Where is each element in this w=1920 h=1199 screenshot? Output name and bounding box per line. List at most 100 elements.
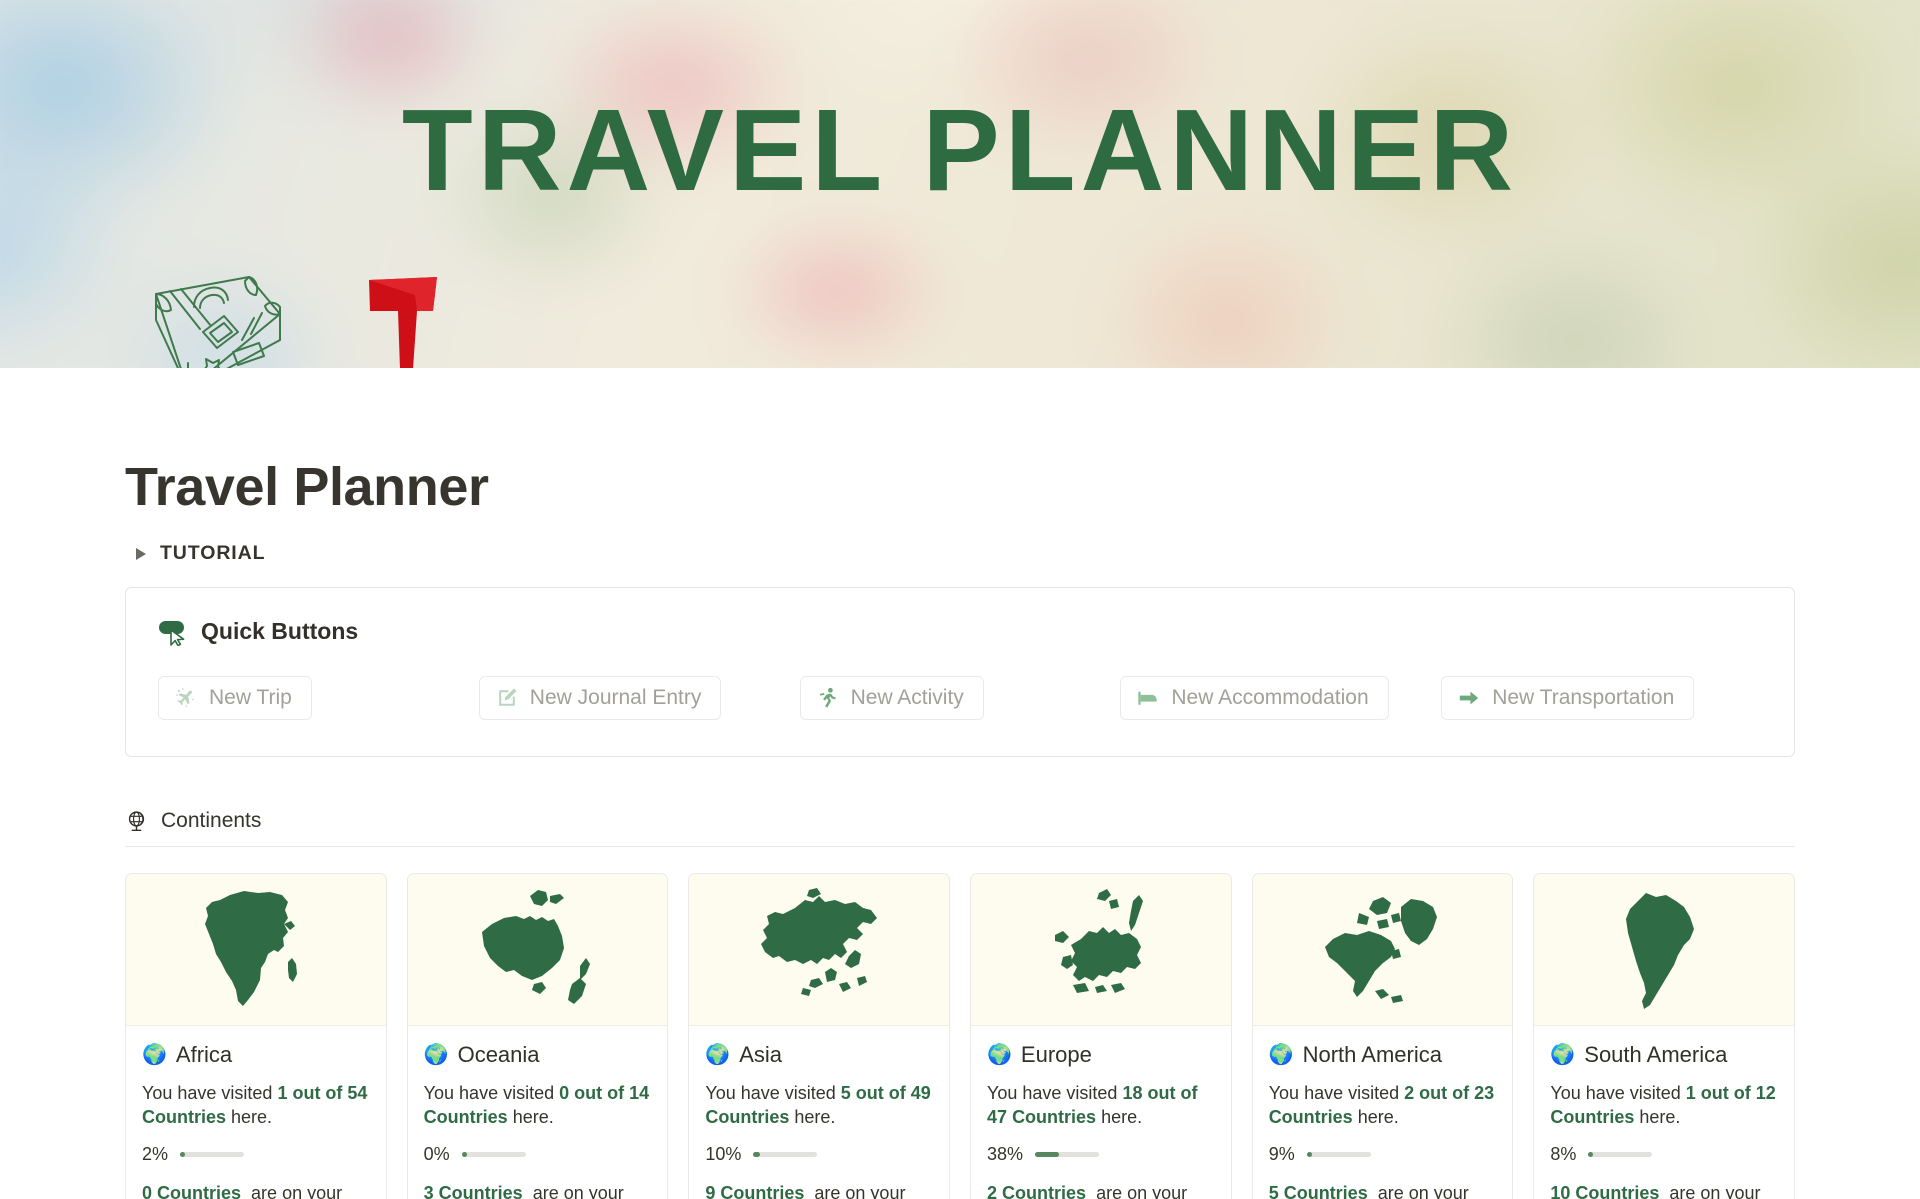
new-activity-button[interactable]: New Activity <box>799 676 984 720</box>
note-pencil-icon <box>499 688 517 706</box>
visited-unit[interactable]: Countries <box>142 1107 226 1127</box>
progress-percent: 10% <box>705 1143 742 1164</box>
caret-right-icon[interactable] <box>136 547 146 560</box>
arrow-right-icon <box>1460 691 1479 705</box>
wishlist-text: are on your <box>532 1182 624 1199</box>
wishlist-count[interactable]: 0 Countries <box>142 1183 241 1199</box>
wishlist-count[interactable]: 10 Countries <box>1550 1183 1659 1199</box>
person-running-icon <box>819 687 836 708</box>
continent-card-south-america[interactable]: 🌍 South America You have visited 1 out o… <box>1533 873 1796 1199</box>
progress-fill <box>461 1151 467 1157</box>
progress-fill <box>1306 1151 1313 1157</box>
visited-count[interactable]: 2 out of 23 <box>1404 1083 1494 1103</box>
wishlist-count[interactable]: 5 Countries <box>1269 1183 1368 1199</box>
progress-percent: 2% <box>142 1143 169 1164</box>
visited-count[interactable]: 1 out of 54 <box>277 1083 367 1103</box>
card-body: 🌍 Asia You have visited 5 out of 49 Coun… <box>689 1026 949 1199</box>
visited-prefix: You have visited <box>705 1083 841 1103</box>
visited-prefix: You have visited <box>142 1083 278 1103</box>
visited-count[interactable]: 5 out of 49 <box>841 1083 931 1103</box>
wishlist-count[interactable]: 2 Countries <box>987 1183 1086 1199</box>
visited-progress: 2% <box>142 1144 370 1165</box>
visited-suffix: here. <box>1634 1107 1681 1128</box>
new-transportation-label: New Transportation <box>1492 686 1675 709</box>
visited-suffix: here. <box>507 1107 554 1128</box>
quick-buttons-row: New Trip New Journal Entry New Activity … <box>158 676 1762 720</box>
new-trip-button[interactable]: New Trip <box>158 676 312 720</box>
card-body: 🌍 North America You have visited 2 out o… <box>1253 1026 1513 1199</box>
visited-unit[interactable]: Countries <box>1269 1107 1353 1127</box>
visited-unit[interactable]: Countries <box>424 1107 508 1127</box>
card-title-row: 🌍 Oceania <box>424 1042 652 1068</box>
continent-card-north-america[interactable]: 🌍 North America You have visited 2 out o… <box>1251 873 1514 1199</box>
continent-card-africa[interactable]: 🌍 Africa You have visited 1 out of 54 Co… <box>125 873 387 1199</box>
wishlist-line: 2 Countries are on your Wishlist. <box>987 1181 1215 1199</box>
quick-button-cell: New Journal Entry <box>478 676 800 720</box>
quick-buttons-panel: Quick Buttons New Trip New Journal Entry… <box>125 587 1795 757</box>
card-title-row: 🌍 Africa <box>142 1042 370 1068</box>
tutorial-toggle[interactable]: TUTORIAL <box>125 542 1795 565</box>
button-cursor-icon <box>159 621 185 646</box>
visited-progress: 10% <box>705 1144 933 1165</box>
new-accommodation-button[interactable]: New Accommodation <box>1120 676 1389 720</box>
visited-line: You have visited 2 out of 23 Countries h… <box>1269 1081 1497 1130</box>
card-body: 🌍 Europe You have visited 18 out of 47 C… <box>971 1026 1231 1199</box>
new-journal-entry-button[interactable]: New Journal Entry <box>478 676 722 720</box>
visited-suffix: here. <box>1096 1107 1143 1128</box>
globe-stand-icon <box>128 810 145 831</box>
progress-track <box>180 1151 245 1157</box>
card-body: 🌍 Africa You have visited 1 out of 54 Co… <box>126 1026 386 1199</box>
wishlist-text: are on your <box>1377 1182 1469 1199</box>
globe-emoji-icon: 🌍 <box>423 1044 449 1066</box>
wishlist-text: are on your <box>1096 1182 1188 1199</box>
continent-name: Oceania <box>457 1042 540 1067</box>
visited-count[interactable]: 0 out of 14 <box>559 1083 649 1103</box>
visited-progress: 38% <box>987 1144 1215 1165</box>
wishlist-line: 5 Countries are on your Wishlist. <box>1269 1181 1497 1199</box>
quick-buttons-title: Quick Buttons <box>201 617 359 644</box>
wishlist-count[interactable]: 3 Countries <box>424 1183 523 1199</box>
card-body: 🌍 South America You have visited 1 out o… <box>1534 1026 1794 1199</box>
new-accommodation-label: New Accommodation <box>1171 686 1369 709</box>
globe-emoji-icon: 🌍 <box>987 1044 1012 1066</box>
visited-suffix: here. <box>226 1107 273 1128</box>
card-title-row: 🌍 North America <box>1269 1042 1497 1068</box>
card-cover <box>1534 874 1795 1026</box>
visited-progress: 8% <box>1550 1144 1778 1165</box>
progress-track <box>1035 1151 1100 1157</box>
visited-progress: 9% <box>1269 1144 1497 1165</box>
wishlist-text: are on your <box>251 1182 343 1199</box>
visited-line: You have visited 1 out of 54 Countries h… <box>142 1081 370 1130</box>
wishlist-count[interactable]: 9 Countries <box>705 1183 804 1199</box>
continents-section-title: Continents <box>161 809 262 832</box>
card-title-row: 🌍 Europe <box>987 1042 1215 1068</box>
map-pin-icon <box>369 277 437 368</box>
page-content: Travel Planner TUTORIAL Quick Buttons Ne… <box>0 456 1920 1199</box>
visited-unit[interactable]: Countries <box>1012 1107 1096 1127</box>
progress-fill <box>753 1151 760 1157</box>
asia-map-icon <box>761 887 878 996</box>
visited-unit[interactable]: Countries <box>705 1107 789 1127</box>
wishlist-line: 3 Countries are on your Wishlist. <box>424 1181 652 1199</box>
visited-line: You have visited 5 out of 49 Countries h… <box>705 1081 933 1130</box>
continent-card-europe[interactable]: 🌍 Europe You have visited 18 out of 47 C… <box>970 873 1232 1199</box>
globe-emoji-icon: 🌍 <box>1268 1044 1294 1066</box>
visited-count[interactable]: 1 out of 12 <box>1686 1083 1776 1103</box>
visited-unit[interactable]: Countries <box>1550 1107 1634 1127</box>
new-transportation-button[interactable]: New Transportation <box>1441 676 1695 720</box>
banner-title: TRAVEL PLANNER <box>401 85 1519 215</box>
wishlist-text: are on your <box>814 1182 906 1199</box>
continent-cards: 🌍 Africa You have visited 1 out of 54 Co… <box>125 873 1796 1199</box>
continent-name: Africa <box>175 1042 233 1067</box>
progress-percent: 9% <box>1268 1143 1295 1164</box>
continents-section-header: Continents <box>125 809 1795 847</box>
progress-percent: 8% <box>1550 1143 1577 1164</box>
visited-prefix: You have visited <box>987 1083 1123 1103</box>
continent-name: South America <box>1584 1042 1728 1067</box>
continent-name: Europe <box>1020 1042 1092 1067</box>
continent-card-asia[interactable]: 🌍 Asia You have visited 5 out of 49 Coun… <box>688 873 951 1199</box>
continent-card-oceania[interactable]: 🌍 Oceania You have visited 0 out of 14 C… <box>406 873 669 1199</box>
europe-map-icon <box>1054 888 1143 993</box>
quick-button-cell: New Accommodation <box>1120 676 1441 720</box>
page-banner: TRAVEL PLANNER <box>0 0 1920 368</box>
